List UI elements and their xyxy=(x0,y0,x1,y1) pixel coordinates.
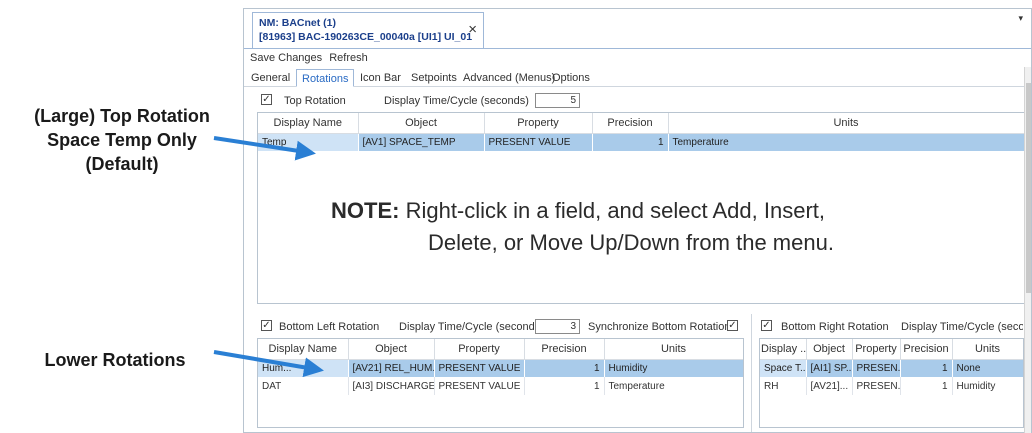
document-tab[interactable]: NM: BACnet (1) [81963] BAC-190263CE_0004… xyxy=(252,12,484,48)
tab-setpoints[interactable]: Setpoints xyxy=(406,69,462,87)
vertical-scrollbar[interactable] xyxy=(1024,67,1031,433)
cell-units[interactable]: Humidity xyxy=(952,377,1023,395)
cell-property[interactable]: PRESENT VALUE xyxy=(484,133,593,151)
cell-precision[interactable]: 1 xyxy=(524,359,605,377)
document-tab-title: NM: BACnet (1) xyxy=(259,17,336,29)
top-display-time-input[interactable]: 5 xyxy=(535,93,580,108)
cell-display-name[interactable]: Space T... xyxy=(760,359,807,377)
table-row[interactable]: Temp [AV1] SPACE_TEMP PRESENT VALUE 1 Te… xyxy=(258,133,1024,151)
callout-top-line-3: (Default) xyxy=(85,154,159,174)
note-heading: NOTE: xyxy=(331,198,400,223)
synchronize-bottom-rotations-checkbox[interactable]: ✓ xyxy=(727,320,738,331)
tab-divider xyxy=(244,48,1031,49)
cell-display-name[interactable]: Hum... xyxy=(258,359,349,377)
bottom-right-grid: Display ... Object Property Precision Un… xyxy=(759,338,1024,428)
callout-top-line-2: Space Temp Only xyxy=(47,130,197,150)
tab-rotations[interactable]: Rotations xyxy=(296,69,355,87)
top-display-time-label: Display Time/Cycle (seconds) xyxy=(384,95,529,107)
bottom-left-display-time-label: Display Time/Cycle (seconds) xyxy=(399,321,544,333)
note-text: NOTE: Right-click in a field, and select… xyxy=(331,195,891,259)
bottom-left-display-time-input[interactable]: 3 xyxy=(535,319,580,334)
bottom-right-display-time-label: Display Time/Cycle (seconds) xyxy=(901,321,1023,333)
bottom-left-rotation-label: Bottom Left Rotation xyxy=(279,321,380,333)
column-header-property[interactable]: Property xyxy=(434,339,525,360)
cell-display-name[interactable]: DAT xyxy=(258,377,349,395)
bottom-left-grid-header: Display Name Object Property Precision U… xyxy=(258,339,743,360)
callout-top-rotation: (Large) Top Rotation Space Temp Only (De… xyxy=(6,104,238,176)
cell-property[interactable]: PRESENT VALUE xyxy=(434,359,525,377)
tab-advanced-menus[interactable]: Advanced (Menus) xyxy=(458,69,560,87)
chevron-down-icon[interactable]: ▾ xyxy=(1018,13,1023,24)
column-header-units[interactable]: Units xyxy=(604,339,743,360)
tab-general[interactable]: General xyxy=(246,69,295,87)
cell-object[interactable]: [AV21]... xyxy=(806,377,853,395)
column-header-units[interactable]: Units xyxy=(952,339,1023,360)
bottom-left-rotation-checkbox[interactable]: ✓ xyxy=(261,320,272,331)
top-grid-header: Display Name Object Property Precision U… xyxy=(258,113,1024,134)
cell-property[interactable]: PRESEN... xyxy=(852,377,901,395)
document-tab-subtitle: [81963] BAC-190263CE_00040a [UI1] UI_01 xyxy=(259,31,473,43)
cell-precision[interactable]: 1 xyxy=(524,377,605,395)
column-header-property[interactable]: Property xyxy=(484,113,593,134)
bottom-right-grid-header: Display ... Object Property Precision Un… xyxy=(760,339,1023,360)
bottom-right-rotation-checkbox[interactable]: ✓ xyxy=(761,320,772,331)
top-rotation-checkbox[interactable]: ✓ xyxy=(261,94,272,105)
cell-precision[interactable]: 1 xyxy=(592,133,669,151)
cell-units[interactable]: None xyxy=(952,359,1023,377)
toolbar: Save Changes Refresh xyxy=(250,52,372,64)
cell-units[interactable]: Humidity xyxy=(604,359,743,377)
column-header-precision[interactable]: Precision xyxy=(900,339,953,360)
column-header-display-name[interactable]: Display Name xyxy=(258,113,359,134)
table-row[interactable]: Hum... [AV21] REL_HUM... PRESENT VALUE 1… xyxy=(258,359,743,377)
column-header-precision[interactable]: Precision xyxy=(592,113,669,134)
cell-object[interactable]: [AI3] DISCHARGE... xyxy=(348,377,435,395)
scrollbar-thumb[interactable] xyxy=(1026,83,1031,293)
save-changes-button[interactable]: Save Changes xyxy=(250,52,322,64)
rotations-window: NM: BACnet (1) [81963] BAC-190263CE_0004… xyxy=(243,8,1032,433)
tab-strip: General Rotations Icon Bar Setpoints Adv… xyxy=(244,67,1031,87)
bottom-right-rotation-label: Bottom Right Rotation xyxy=(781,321,889,333)
callout-lower-rotations: Lower Rotations xyxy=(44,350,186,370)
synchronize-bottom-rotations-label: Synchronize Bottom Rotations xyxy=(588,321,736,333)
cell-object[interactable]: [AV1] SPACE_TEMP xyxy=(358,133,485,151)
table-row[interactable]: RH [AV21]... PRESEN... 1 Humidity xyxy=(760,377,1023,395)
tab-icon-bar[interactable]: Icon Bar xyxy=(355,69,406,87)
bottom-left-grid: Display Name Object Property Precision U… xyxy=(257,338,744,428)
column-header-object[interactable]: Object xyxy=(358,113,485,134)
close-icon[interactable]: × xyxy=(468,21,477,38)
column-header-property[interactable]: Property xyxy=(852,339,901,360)
cell-display-name[interactable]: RH xyxy=(760,377,807,395)
column-header-units[interactable]: Units xyxy=(668,113,1024,134)
cell-units[interactable]: Temperature xyxy=(604,377,743,395)
tab-options[interactable]: Options xyxy=(547,69,595,87)
note-line-1: Right-click in a field, and select Add, … xyxy=(405,198,826,223)
cell-object[interactable]: [AI1] SP... xyxy=(806,359,853,377)
cell-property[interactable]: PRESEN... xyxy=(852,359,901,377)
cell-object[interactable]: [AV21] REL_HUM... xyxy=(348,359,435,377)
refresh-button[interactable]: Refresh xyxy=(329,52,368,64)
table-row[interactable]: Space T... [AI1] SP... PRESEN... 1 None xyxy=(760,359,1023,377)
column-header-display-name[interactable]: Display ... xyxy=(760,339,807,360)
bottom-divider xyxy=(751,314,752,432)
cell-units[interactable]: Temperature xyxy=(668,133,1024,151)
column-header-object[interactable]: Object xyxy=(806,339,853,360)
note-line-2: Delete, or Move Up/Down from the menu. xyxy=(428,230,834,255)
cell-display-name[interactable]: Temp xyxy=(258,133,359,151)
cell-precision[interactable]: 1 xyxy=(900,359,953,377)
cell-precision[interactable]: 1 xyxy=(900,377,953,395)
top-rotation-label: Top Rotation xyxy=(284,95,346,107)
table-row[interactable]: DAT [AI3] DISCHARGE... PRESENT VALUE 1 T… xyxy=(258,377,743,395)
column-header-display-name[interactable]: Display Name xyxy=(258,339,349,360)
callout-top-line-1: (Large) Top Rotation xyxy=(34,106,210,126)
cell-property[interactable]: PRESENT VALUE xyxy=(434,377,525,395)
column-header-object[interactable]: Object xyxy=(348,339,435,360)
column-header-precision[interactable]: Precision xyxy=(524,339,605,360)
